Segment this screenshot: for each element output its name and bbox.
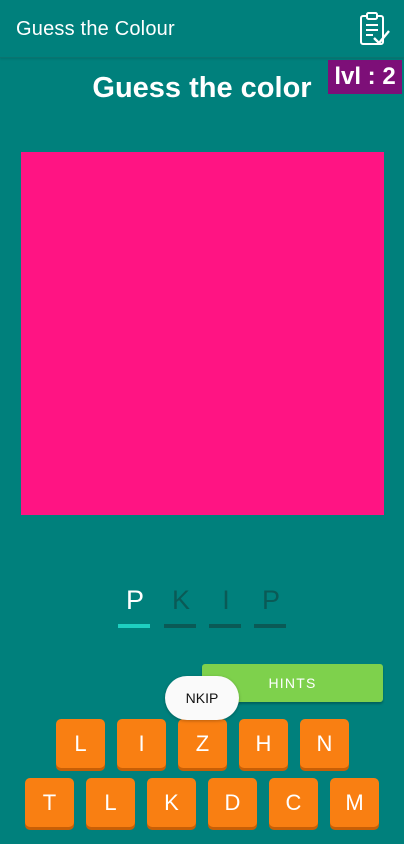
letter-key[interactable]: L — [56, 719, 105, 768]
letter-key[interactable]: N — [300, 719, 349, 768]
letter-key[interactable]: Z — [178, 719, 227, 768]
app-bar: Guess the Colour — [0, 0, 404, 58]
answer-slot[interactable]: P — [118, 584, 152, 630]
answer-slot-underline — [164, 624, 196, 628]
letter-key[interactable]: H — [239, 719, 288, 768]
letter-key[interactable]: C — [269, 778, 318, 827]
clipboard-check-icon[interactable] — [358, 12, 390, 46]
letter-key[interactable]: T — [25, 778, 74, 827]
toast-message: NKIP — [165, 676, 239, 720]
letter-key[interactable]: L — [86, 778, 135, 827]
letter-key[interactable]: M — [330, 778, 379, 827]
answer-slot-underline — [209, 624, 241, 628]
answer-slot-underline — [254, 624, 286, 628]
answer-slot-underline — [118, 624, 150, 628]
answer-slots: P K I P — [112, 584, 292, 632]
answer-slot-letter: I — [222, 585, 230, 615]
letter-key[interactable]: K — [147, 778, 196, 827]
letter-key[interactable]: D — [208, 778, 257, 827]
answer-slot-letter: P — [261, 585, 280, 615]
answer-slot-letter: P — [125, 585, 144, 615]
page-title: Guess the color — [92, 72, 312, 104]
app-title: Guess the Colour — [16, 18, 175, 40]
color-swatch — [21, 152, 384, 515]
answer-slot[interactable]: I — [209, 584, 243, 630]
letter-key[interactable]: I — [117, 719, 166, 768]
answer-slot-letter: K — [171, 585, 190, 615]
answer-slot[interactable]: P — [254, 584, 288, 630]
answer-slot[interactable]: K — [164, 584, 198, 630]
